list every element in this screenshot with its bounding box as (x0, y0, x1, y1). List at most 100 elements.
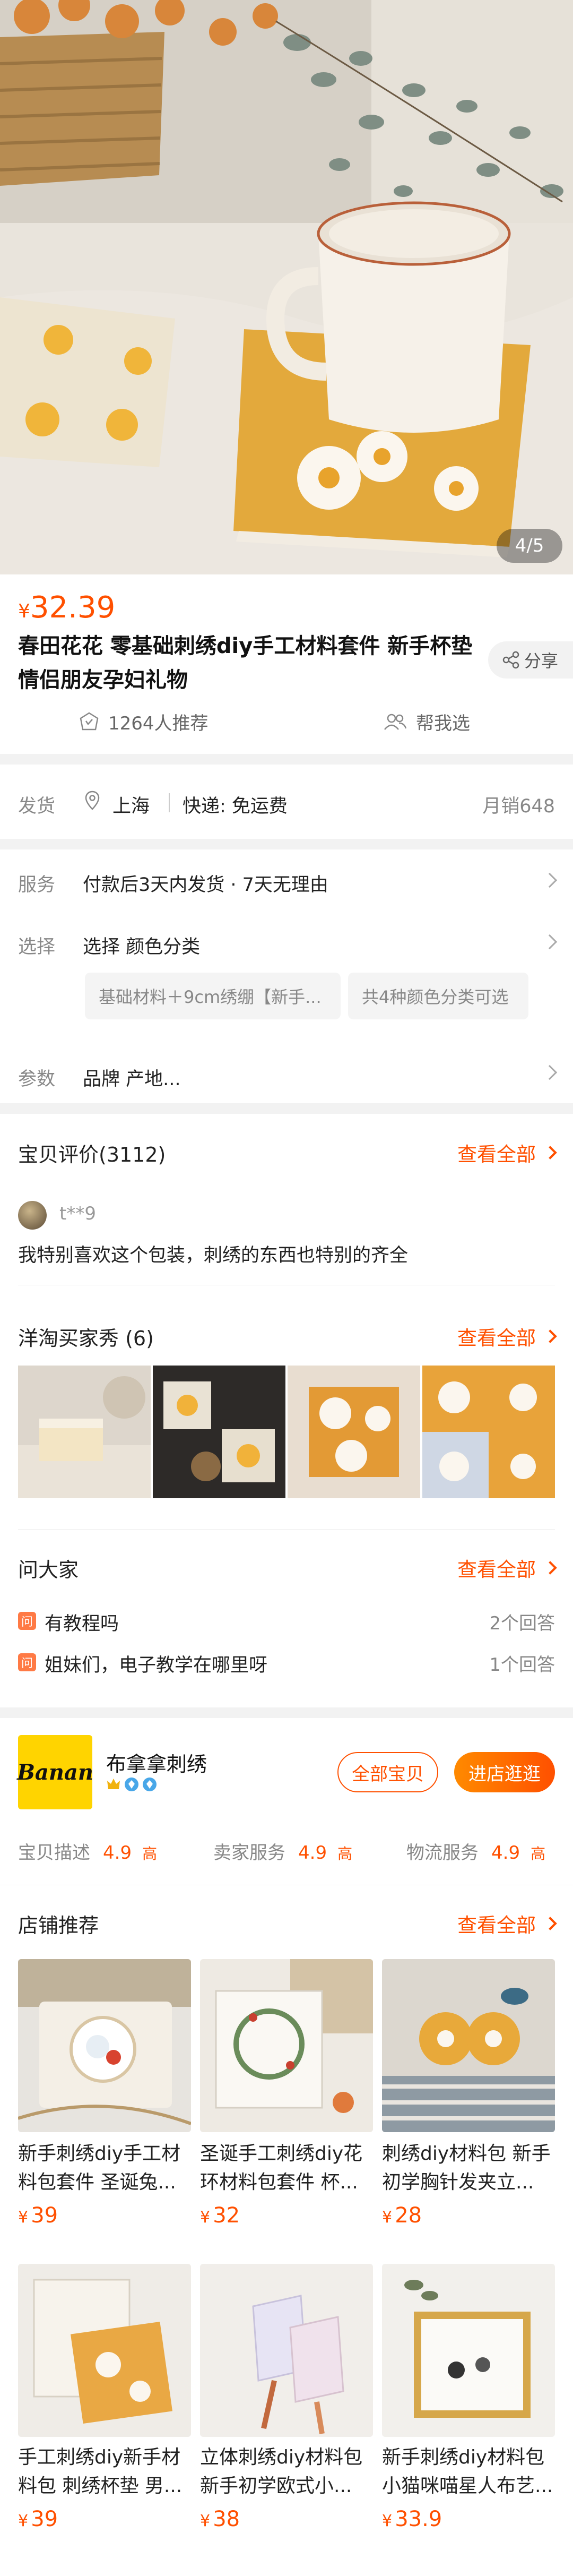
diamond-badge-icon (125, 1778, 138, 1791)
store-recommend-title: 店铺推荐 (18, 1914, 99, 1937)
price-value: 28 (395, 2203, 422, 2228)
shop-logo-text: Banan (17, 1759, 93, 1785)
product-image (18, 2264, 191, 2437)
buyer-show-photo[interactable] (422, 1366, 555, 1498)
product-title: 春田花花 零基础刺绣diy手工材料套件 新手杯垫 情侣朋友孕妇礼物 (18, 634, 473, 692)
chevron-right-icon (543, 1917, 557, 1930)
divider (18, 1529, 555, 1530)
score-label: 卖家服务 (213, 1842, 285, 1864)
product-title: 手工刺绣diy新手材料包 刺绣杯垫 男... (18, 2446, 183, 2497)
help-choose-label: 帮我选 (416, 713, 470, 734)
chevron-right-icon (543, 1329, 557, 1343)
see-all-label: 查看全部 (457, 1327, 536, 1350)
recommend-button[interactable]: 1264人推荐 (79, 709, 209, 735)
shop-badges (106, 1776, 157, 1792)
score-label: 宝贝描述 (18, 1842, 90, 1864)
ask-title: 问大家 (18, 1558, 79, 1582)
shipping-location: 上海 (112, 796, 150, 817)
answer-count: 1个回答 (489, 1654, 555, 1676)
score-description: 宝贝描述 4.9 高 (18, 1838, 157, 1864)
location-icon (85, 791, 100, 810)
product-title: 新手刺绣diy手工材料包套件 圣诞兔... (18, 2143, 181, 2193)
price-value: 39 (31, 2203, 58, 2228)
see-all-label: 查看全部 (457, 1914, 536, 1937)
chevron-right-icon (543, 1146, 557, 1160)
buyer-show-photo[interactable] (288, 1366, 420, 1498)
shipping-label: 发货 (18, 796, 56, 817)
sku-chip[interactable]: 基础材料＋9cm绣绷【新手... (85, 973, 341, 1019)
product-price: ¥ 39 (18, 2203, 58, 2228)
product-image (382, 2264, 555, 2437)
currency-symbol: ¥ (382, 2208, 393, 2227)
score-logistics: 物流服务 4.9 高 (406, 1838, 545, 1864)
question-icon: 问 (18, 1653, 36, 1671)
people-icon (384, 714, 407, 730)
select-label: 选择 (18, 937, 56, 958)
params-text: 品牌 产地... (83, 1069, 181, 1090)
price-value: 33.9 (395, 2507, 442, 2531)
recommend-icon (80, 712, 99, 730)
store-recommend-see-all[interactable]: 查看全部 (457, 1909, 557, 1938)
help-choose-button[interactable]: 帮我选 (383, 709, 470, 735)
buyer-show-see-all[interactable]: 查看全部 (457, 1322, 557, 1351)
score-label: 物流服务 (406, 1842, 479, 1864)
share-button[interactable]: 分享 (488, 641, 573, 679)
shop-logo[interactable]: Banan (17, 1735, 93, 1809)
score-value: 4.9 (491, 1842, 520, 1864)
score-service: 卖家服务 4.9 高 (213, 1838, 352, 1864)
ask-see-all[interactable]: 查看全部 (457, 1553, 557, 1582)
reviewer-name: t**9 (59, 1203, 96, 1224)
currency-symbol: ¥ (18, 600, 30, 622)
product-image (18, 1959, 191, 2132)
review-text: 我特别喜欢这个包装，刺绣的东西也特别的齐全 (18, 1245, 409, 1266)
shop-name[interactable]: 布拿拿刺绣 (106, 1748, 207, 1777)
product-image (382, 1959, 555, 2132)
question-text: 姐妹们，电子教学在哪里呀 (45, 1655, 268, 1676)
reviews-title: 宝贝评价(3112) (18, 1143, 166, 1166)
service-text: 付款后3天内发货 · 7天无理由 (83, 874, 328, 896)
buyer-show-photo[interactable] (18, 1366, 151, 1498)
visit-shop-button[interactable]: 进店逛逛 (454, 1752, 555, 1792)
product-gallery[interactable]: 4/5 (0, 0, 573, 574)
product-image (200, 1959, 373, 2132)
product-price: ¥ 38 (200, 2507, 240, 2531)
currency-symbol: ¥ (18, 2512, 29, 2530)
currency-symbol: ¥ (382, 2512, 393, 2530)
product-price: ¥ 39 (18, 2507, 58, 2531)
product-title: 新手刺绣diy材料包 小猫咪喵星人布艺... (382, 2446, 553, 2497)
currency-symbol: ¥ (200, 2512, 211, 2530)
share-label: 分享 (524, 651, 559, 671)
product-title: 圣诞手工刺绣diy花环材料包套件 杯... (200, 2143, 363, 2193)
service-label: 服务 (18, 874, 56, 896)
product-price: ¥ 32 (200, 2203, 240, 2228)
buyer-show-photo[interactable] (153, 1366, 285, 1498)
product-title: 刺绣diy材料包 新手初学胸针发夹立... (382, 2143, 551, 2193)
product-price: ¥32.39 (18, 590, 115, 625)
divider (169, 793, 170, 812)
score-value: 4.9 (103, 1842, 132, 1864)
share-icon (502, 651, 519, 669)
product-price: ¥ 28 (382, 2203, 422, 2228)
score-level: 高 (142, 1845, 158, 1862)
params-label: 参数 (18, 1069, 56, 1090)
sku-count-chip[interactable]: 共4种颜色分类可选 (348, 973, 528, 1019)
price-value: 39 (31, 2507, 58, 2531)
diamond-badge-icon (143, 1778, 157, 1791)
currency-symbol: ¥ (18, 2208, 29, 2227)
product-photo (0, 0, 573, 574)
score-level: 高 (531, 1845, 546, 1862)
price-value: 32.39 (30, 590, 116, 625)
avatar (18, 1201, 47, 1230)
answer-count: 2个回答 (489, 1613, 555, 1634)
score-value: 4.9 (298, 1842, 327, 1864)
score-level: 高 (337, 1845, 353, 1862)
price-value: 38 (213, 2507, 240, 2531)
see-all-label: 查看全部 (457, 1558, 536, 1581)
reviews-see-all[interactable]: 查看全部 (457, 1138, 557, 1167)
question-text: 有教程吗 (45, 1613, 119, 1635)
question-icon: 问 (18, 1612, 36, 1630)
gallery-indicator: 4/5 (497, 529, 562, 563)
all-items-button[interactable]: 全部宝贝 (337, 1752, 438, 1792)
product-image (200, 2264, 373, 2437)
product-title: 立体刺绣diy材料包 新手初学欧式小... (200, 2446, 363, 2497)
